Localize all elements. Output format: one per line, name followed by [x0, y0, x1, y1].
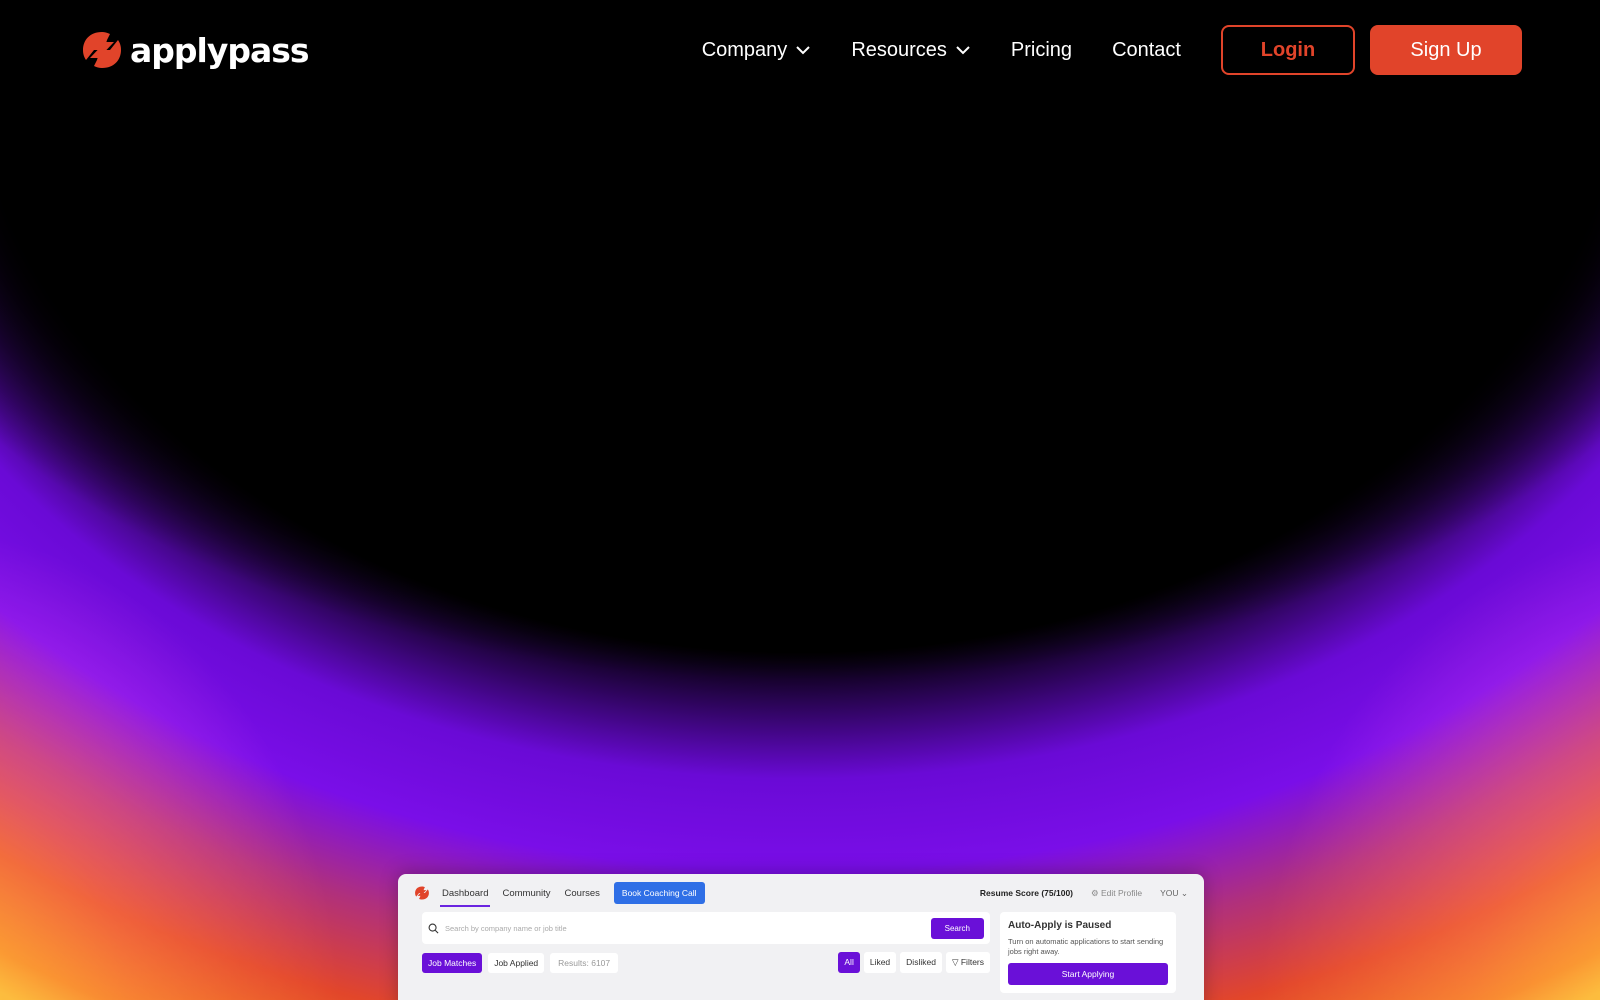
site-header: applypass Company Resources Pricing Cont… [0, 0, 1600, 100]
auto-apply-title: Auto-Apply is Paused [1008, 920, 1112, 931]
filter-all[interactable]: All [838, 952, 860, 973]
nav-pricing[interactable]: Pricing [1011, 39, 1072, 62]
main-nav: Company Resources Pricing Contact Login … [702, 25, 1522, 75]
results-count: Results: 6107 [550, 952, 619, 973]
nav-resources[interactable]: Resources [851, 39, 971, 62]
job-applied-tab[interactable]: Job Applied [488, 952, 545, 973]
nav-pricing-label: Pricing [1010, 38, 1073, 61]
nav-company-label: Company [701, 38, 788, 61]
login-button[interactable]: Login [1221, 25, 1355, 75]
preview-body: Search by company name or job title Sear… [398, 912, 1204, 993]
filter-chips: All Liked Disliked ▽ Filters [838, 952, 990, 973]
edit-profile-link[interactable]: ⚙ Edit Profile [1091, 888, 1142, 899]
start-applying-button[interactable]: Start Applying [1008, 962, 1168, 985]
nav-resources-label: Resources [851, 38, 947, 61]
chevron-down-icon [956, 46, 970, 55]
filter-liked[interactable]: Liked [863, 952, 897, 973]
chevron-down-icon [796, 46, 811, 55]
preview-tab-dashboard[interactable]: Dashboard [439, 888, 491, 907]
search-icon [428, 923, 439, 933]
user-label: YOU [1160, 887, 1179, 898]
filters-label: Filters [960, 957, 984, 967]
preview-topbar: Dashboard Community Courses Book Coachin… [398, 874, 1204, 912]
auto-apply-panel: Auto-Apply is Paused Turn on automatic a… [1000, 912, 1176, 993]
app-preview: Dashboard Community Courses Book Coachin… [398, 874, 1204, 1000]
brand-name: applypass [130, 30, 310, 70]
user-menu[interactable]: YOU ⌄ [1160, 888, 1188, 899]
preview-tab-courses[interactable]: Courses [565, 888, 600, 899]
resume-score[interactable]: Resume Score (75/100) [980, 888, 1073, 898]
nav-company[interactable]: Company [702, 39, 812, 62]
filter-icon: ▽ [951, 957, 959, 967]
job-matches-tab[interactable]: Job Matches [422, 952, 483, 973]
preview-tab-community[interactable]: Community [502, 888, 550, 899]
job-search-bar[interactable]: Search by company name or job title Sear… [422, 912, 990, 944]
nav-contact[interactable]: Contact [1112, 39, 1181, 62]
auto-apply-description: Turn on automatic applications to start … [1008, 937, 1164, 956]
gradient-glow-sides [0, 0, 1600, 1000]
search-placeholder: Search by company name or job title [445, 923, 567, 933]
filters-button[interactable]: ▽ Filters [945, 952, 990, 973]
book-coaching-call-button[interactable]: Book Coaching Call [613, 882, 705, 904]
landing-page: applypass Company Resources Pricing Cont… [0, 0, 1600, 1000]
search-button[interactable]: Search [930, 917, 984, 939]
job-filters: Job Matches Job Applied Results: 6107 Al… [422, 952, 990, 973]
preview-right-group: Resume Score (75/100) ⚙ Edit Profile YOU… [980, 888, 1188, 899]
filter-disliked[interactable]: Disliked [900, 952, 942, 973]
brand-logo[interactable]: applypass [80, 28, 310, 72]
edit-profile-label: Edit Profile [1100, 887, 1143, 898]
applypass-logo-icon [83, 32, 121, 68]
nav-contact-label: Contact [1112, 38, 1181, 61]
preview-main: Search by company name or job title Sear… [422, 912, 990, 993]
applypass-logo-icon [415, 886, 429, 900]
signup-button[interactable]: Sign Up [1370, 25, 1522, 75]
